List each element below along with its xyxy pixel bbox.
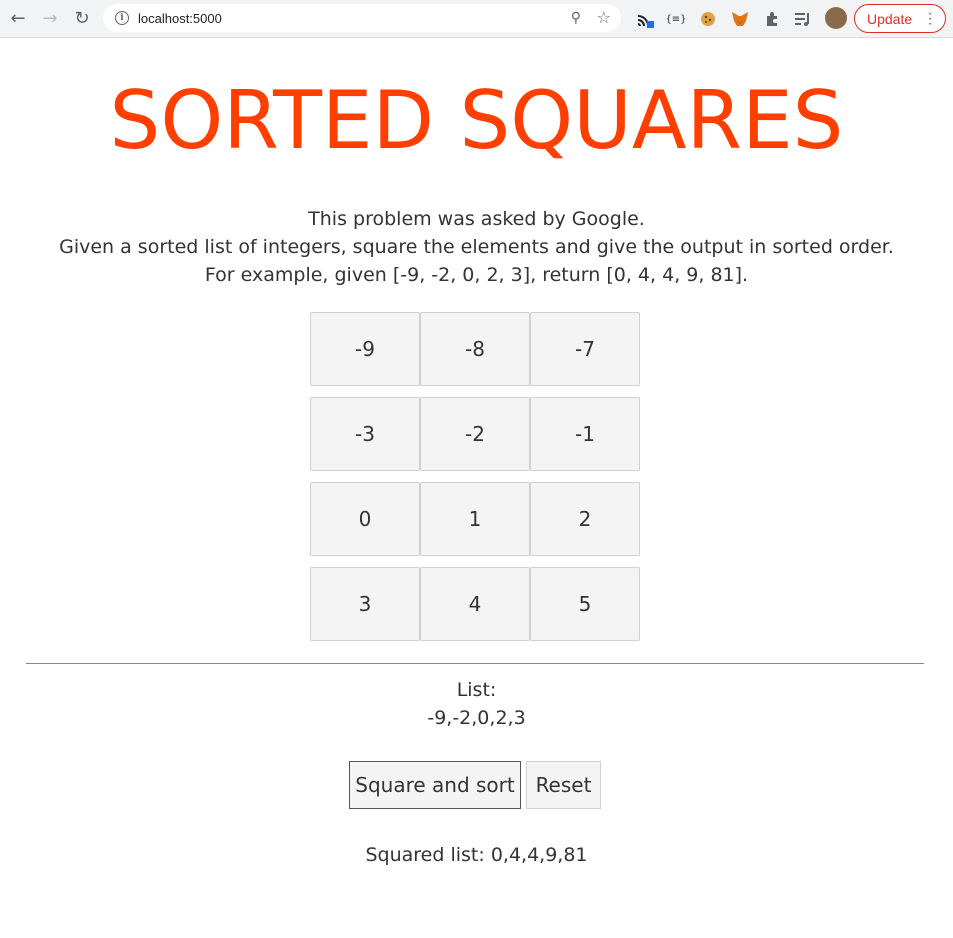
- description-line-2: Given a sorted list of integers, square …: [59, 236, 894, 258]
- number-button[interactable]: -8: [420, 312, 530, 386]
- metamask-extension-icon[interactable]: [729, 8, 751, 30]
- number-button[interactable]: 1: [420, 482, 530, 556]
- horizontal-divider: [26, 663, 924, 664]
- page-title: SORTED SQUARES: [109, 74, 844, 167]
- number-button[interactable]: 3: [310, 567, 420, 641]
- square-and-sort-button[interactable]: Square and sort: [349, 761, 521, 809]
- site-info-icon[interactable]: i: [115, 11, 129, 25]
- reset-button[interactable]: Reset: [526, 761, 601, 809]
- extensions-puzzle-icon[interactable]: [761, 8, 783, 30]
- address-bar[interactable]: i localhost:5000 ⚲ ☆: [103, 4, 621, 32]
- number-button[interactable]: 4: [420, 567, 530, 641]
- update-button[interactable]: Update ⋮: [854, 4, 946, 33]
- squared-list-result: Squared list: 0,4,4,9,81: [365, 844, 588, 866]
- json-extension-icon[interactable]: {≡}: [665, 8, 687, 30]
- zoom-icon[interactable]: ⚲: [571, 10, 581, 26]
- number-button[interactable]: -3: [310, 397, 420, 471]
- profile-avatar[interactable]: [825, 7, 847, 29]
- description-line-3: For example, given [-9, -2, 0, 2, 3], re…: [204, 264, 749, 286]
- list-label: List:: [456, 679, 497, 701]
- forward-icon[interactable]: →: [34, 3, 66, 35]
- number-button[interactable]: 2: [530, 482, 640, 556]
- number-button[interactable]: -2: [420, 397, 530, 471]
- number-button[interactable]: 5: [530, 567, 640, 641]
- more-menu-icon: ⋮: [923, 10, 937, 26]
- url-text[interactable]: localhost:5000: [138, 11, 222, 26]
- list-value: -9,-2,0,2,3: [427, 707, 526, 729]
- number-button[interactable]: -1: [530, 397, 640, 471]
- update-label: Update: [867, 10, 913, 27]
- number-button[interactable]: -9: [310, 312, 420, 386]
- problem-description: This problem was asked by Google. Given …: [0, 205, 953, 289]
- back-icon[interactable]: ←: [2, 3, 34, 35]
- reading-list-icon[interactable]: [792, 8, 814, 30]
- cookie-extension-icon[interactable]: [697, 8, 719, 30]
- number-button[interactable]: 0: [310, 482, 420, 556]
- description-line-1: This problem was asked by Google.: [308, 208, 645, 230]
- browser-toolbar: ← → ↻ i localhost:5000 ⚲ ☆ {≡} Update ⋮: [0, 0, 953, 38]
- number-button[interactable]: -7: [530, 312, 640, 386]
- bookmark-star-icon[interactable]: ☆: [597, 8, 611, 27]
- cast-extension-icon[interactable]: [634, 8, 656, 30]
- reload-icon[interactable]: ↻: [66, 3, 98, 35]
